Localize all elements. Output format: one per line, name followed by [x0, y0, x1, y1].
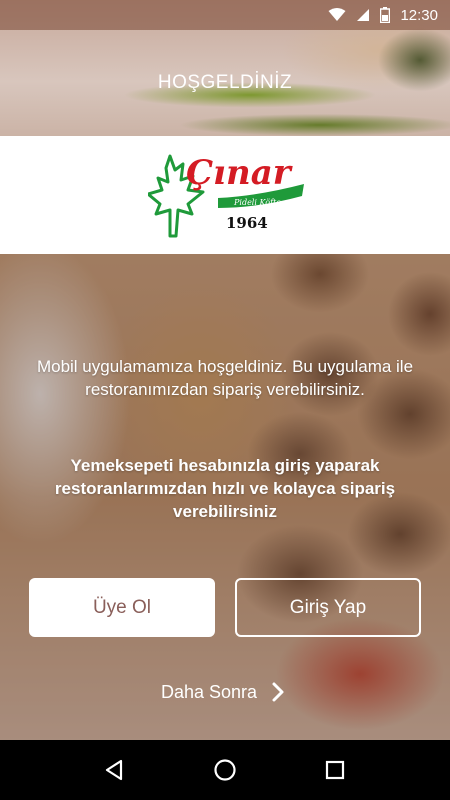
- nav-recents-button[interactable]: [315, 750, 355, 790]
- yemeksepeti-note: Yemeksepeti hesabınızla giriş yaparak re…: [54, 456, 396, 521]
- chevron-right-icon: [272, 682, 284, 702]
- login-button-label: Giriş Yap: [289, 596, 367, 618]
- later-link[interactable]: Daha Sonra: [0, 680, 450, 704]
- wifi-icon: [328, 8, 346, 21]
- cinar-logo: Çınar Pideli Köfte 1964: [148, 153, 304, 238]
- later-link-label: Daha Sonra: [160, 681, 258, 702]
- logo-year: 1964: [226, 214, 268, 232]
- battery-icon: [380, 7, 391, 23]
- status-time: 12:30: [400, 6, 438, 24]
- status-icons: 12:30: [328, 0, 438, 30]
- recents-icon: [325, 760, 345, 780]
- welcome-title: HOŞGELDİNİZ: [157, 72, 293, 93]
- login-button[interactable]: Giriş Yap: [235, 578, 421, 637]
- back-icon: [105, 759, 123, 781]
- logo-tagline: Pideli Köfte: [233, 198, 281, 207]
- navigation-bar: [0, 740, 450, 800]
- signup-button-label: Üye Ol: [92, 596, 152, 618]
- home-icon: [214, 759, 236, 781]
- signup-button[interactable]: Üye Ol: [29, 578, 215, 637]
- nav-back-button[interactable]: [95, 750, 135, 790]
- intro-text: Mobil uygulamamıza hoşgeldiniz. Bu uygul…: [36, 357, 414, 399]
- signal-icon: [357, 9, 370, 21]
- logo-wordmark: Çınar: [186, 153, 293, 193]
- nav-home-button[interactable]: [205, 750, 245, 790]
- status-bar: 12:30: [0, 0, 450, 30]
